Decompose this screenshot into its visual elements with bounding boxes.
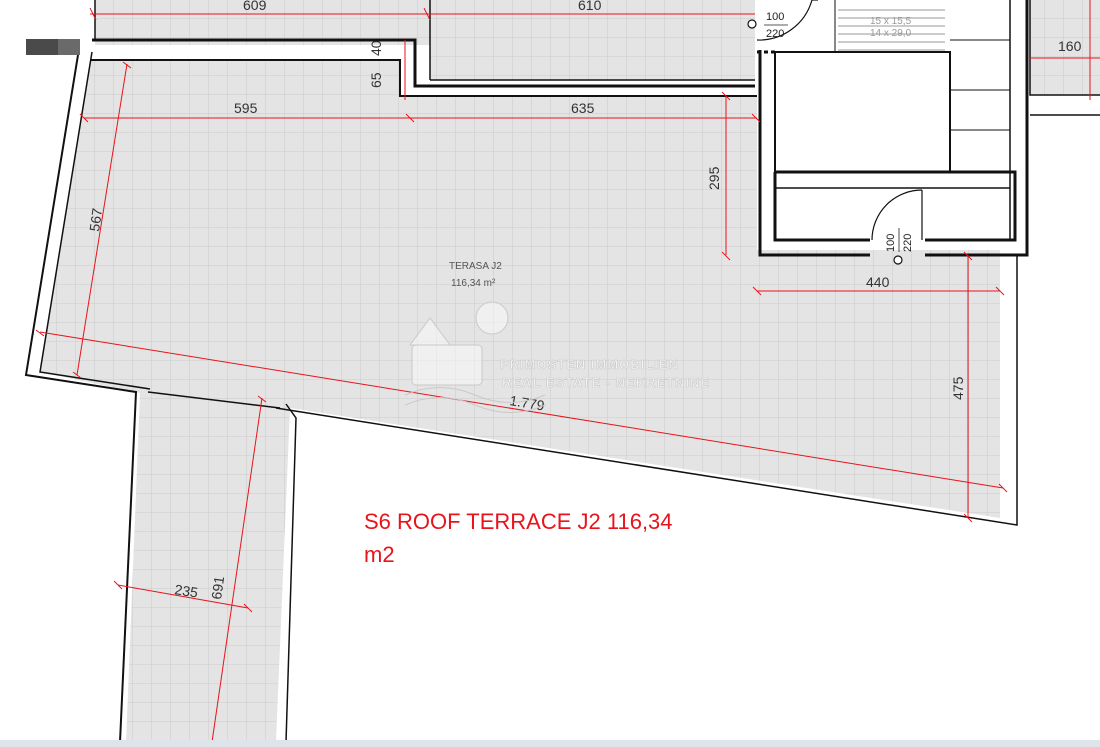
door-upper-width: 100 — [766, 11, 784, 23]
room-area: 116,34 m² — [451, 278, 496, 289]
stair-spec-1: 15 x 15,5 — [870, 16, 912, 27]
door-lower-width: 100 — [885, 234, 897, 252]
watermark-line2: REAL ESTATE - NEKRETNINE — [502, 375, 710, 390]
dim-run-595: 595 — [234, 100, 258, 116]
dim-leg-691: 691 — [208, 575, 227, 601]
watermark-line1: PRIMOSTEN IMMOBILIEN — [500, 357, 679, 372]
dim-top-mid: 610 — [578, 0, 602, 13]
plan-caption: S6 ROOF TERRACE J2 116,34 m2 — [364, 509, 673, 567]
dim-top-right: 160 — [1058, 38, 1082, 54]
dim-side-475: 475 — [950, 376, 966, 400]
bottom-scroll-strip — [0, 740, 1100, 747]
door-upper-height: 220 — [766, 28, 784, 40]
dim-width-440: 440 — [866, 274, 890, 290]
dim-drop-295: 295 — [706, 166, 722, 190]
dim-top-left: 609 — [243, 0, 267, 13]
room-name: TERASA J2 — [449, 261, 502, 272]
dim-step-65: 65 — [368, 72, 384, 88]
stair-spec-2: 14 x 29,0 — [870, 28, 912, 39]
floor-plan: 609 610 160 40 65 595 635 295 567 440 47… — [24, 0, 1100, 743]
dim-run-635: 635 — [571, 100, 595, 116]
door-lower-height: 220 — [902, 234, 914, 252]
dim-side-567: 567 — [86, 207, 105, 233]
dim-step-40: 40 — [368, 40, 384, 56]
